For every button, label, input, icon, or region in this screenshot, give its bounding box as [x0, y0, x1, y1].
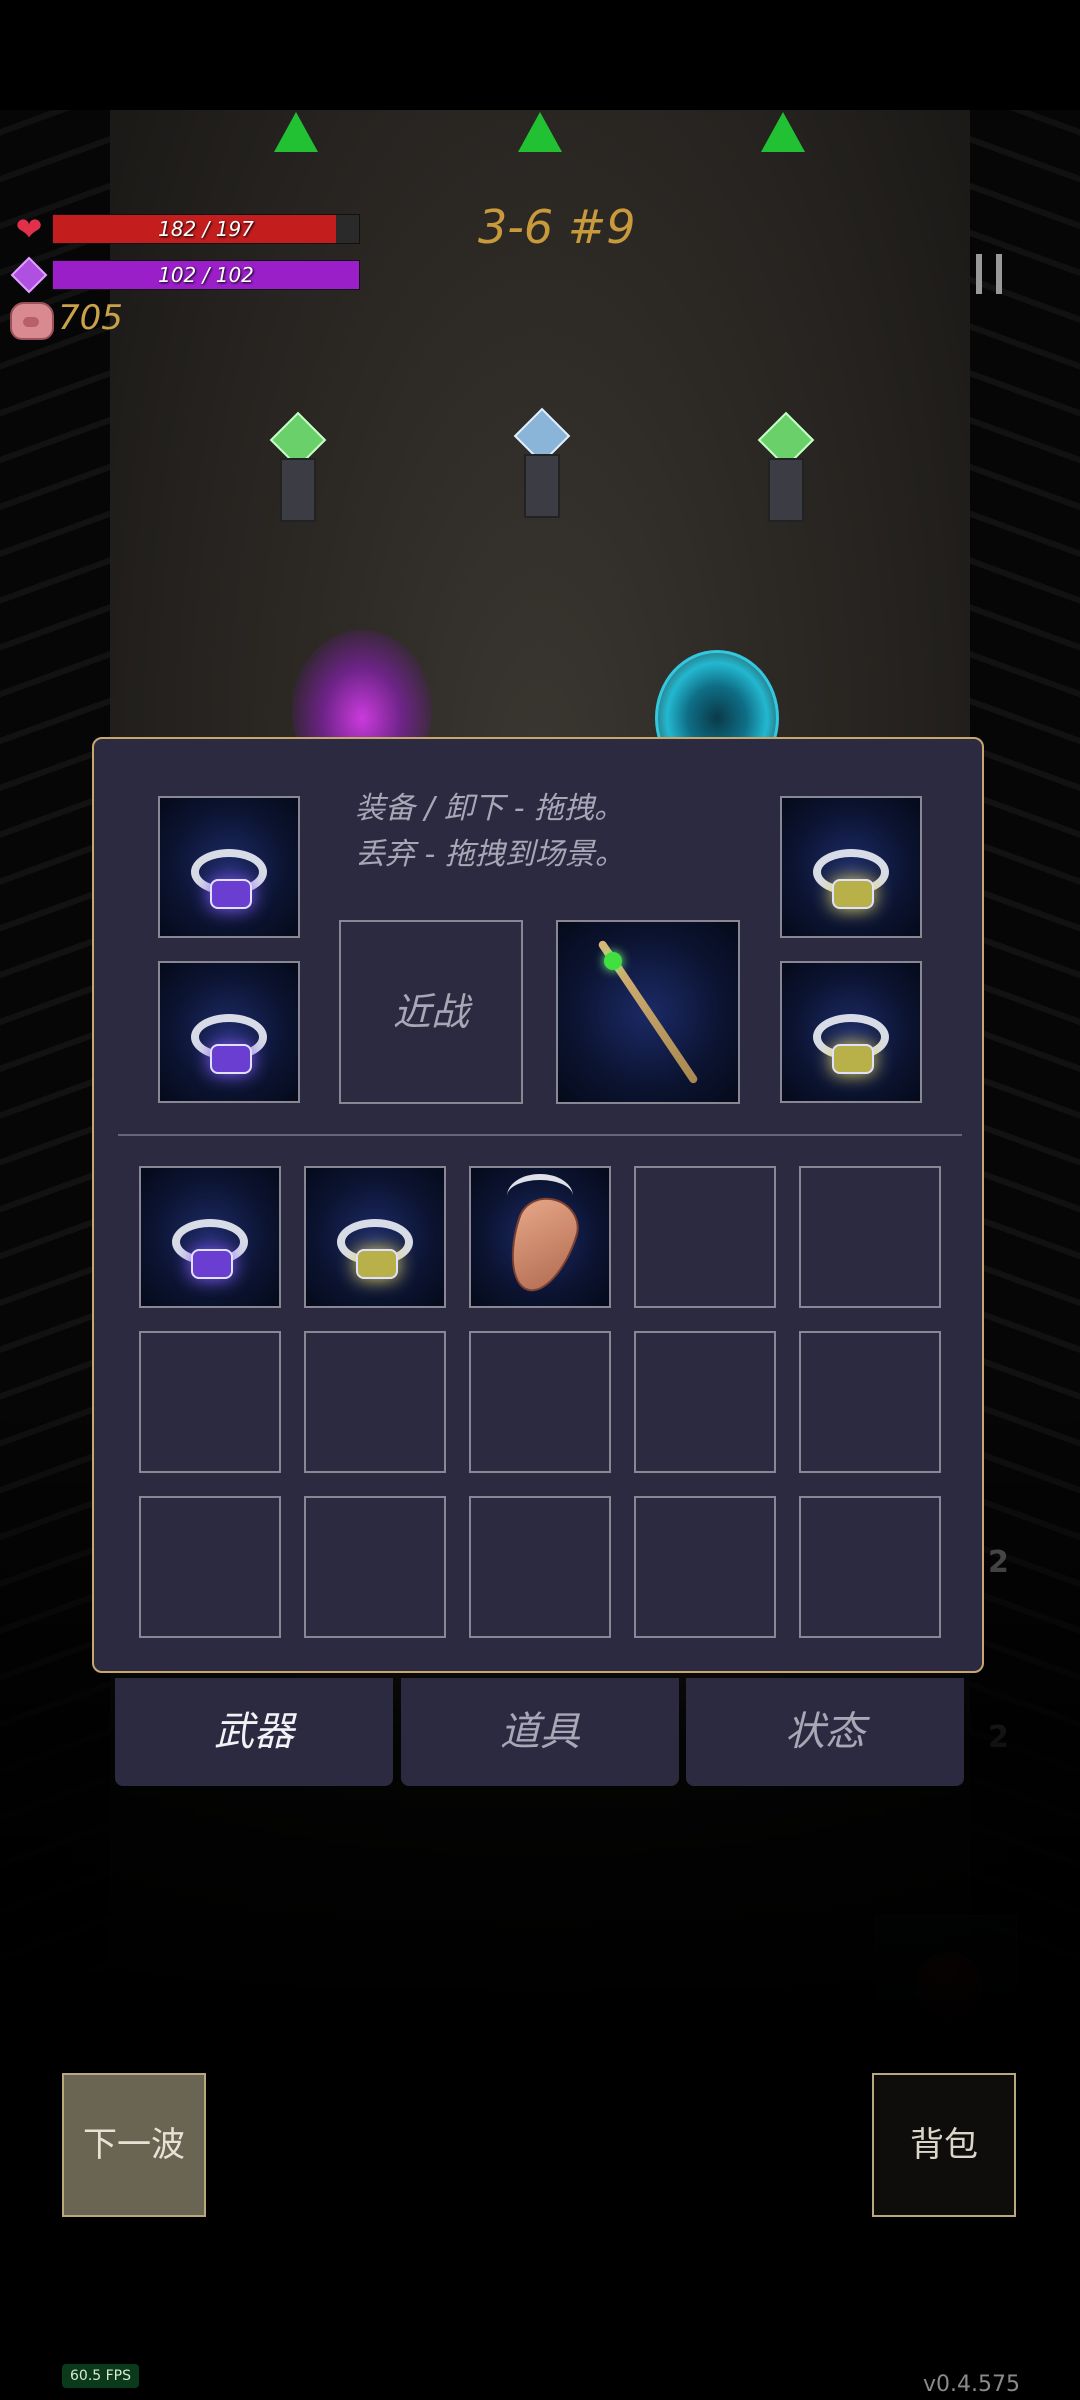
yellow-gem-icon [832, 879, 874, 909]
inventory-slot-5[interactable] [799, 1166, 941, 1308]
equip-slot-ring-right-bottom[interactable] [780, 961, 922, 1103]
wing-icon [507, 1174, 573, 1218]
fps-counter: 60.5 FPS [62, 2364, 140, 2388]
side-count-lower: 2 [988, 1720, 1009, 1755]
tab-weapons[interactable]: 武器 [115, 1678, 393, 1786]
inventory-slot-12[interactable] [304, 1496, 446, 1638]
potion-icon [916, 1952, 982, 2018]
equip-slot-ring-right-top[interactable] [780, 796, 922, 938]
pillar-center [524, 454, 560, 518]
next-wave-button[interactable]: 下一波 [62, 2073, 206, 2217]
piggy-bank-icon [10, 302, 54, 340]
yellow-gem-icon [832, 1044, 874, 1074]
equip-slot-ring-left-bottom[interactable] [158, 961, 300, 1103]
heart-icon: ❤ [15, 210, 43, 248]
inventory-slot-15[interactable] [799, 1496, 941, 1638]
inventory-slot-3[interactable] [469, 1166, 611, 1308]
inventory-slot-2[interactable] [304, 1166, 446, 1308]
equip-slot-ring-left-top[interactable] [158, 796, 300, 938]
side-count-upper: 2 [988, 1545, 1009, 1580]
pillar-left [280, 458, 316, 522]
yellow-gem-icon [356, 1249, 398, 1279]
spawn-marker-right [761, 112, 805, 152]
mp-text: 102 / 102 [158, 263, 254, 287]
hp-bar: 182 / 197 [52, 214, 360, 244]
inventory-divider [118, 1134, 962, 1136]
melee-slot-label: 近战 [392, 990, 469, 1034]
inventory-slot-4[interactable] [634, 1166, 776, 1308]
mp-bar: 102 / 102 [52, 260, 360, 290]
inventory-slot-9[interactable] [634, 1331, 776, 1473]
hp-text: 182 / 197 [158, 217, 254, 241]
equip-slot-weapon[interactable] [556, 920, 740, 1104]
backpack-button[interactable]: 背包 [872, 2073, 1016, 2217]
inventory-slot-6[interactable] [139, 1331, 281, 1473]
hint-line-1: 装备 / 卸下 - 拖拽。 [355, 791, 625, 826]
tab-items[interactable]: 道具 [401, 1678, 679, 1786]
wave-indicator: 3-6 #9 [478, 200, 636, 254]
inventory-slot-13[interactable] [469, 1496, 611, 1638]
inventory-hint: 装备 / 卸下 - 拖拽。 丢弃 - 拖拽到场景。 [355, 786, 715, 878]
tab-status[interactable]: 状态 [686, 1678, 964, 1786]
potion-quick-slot[interactable]: 32 [875, 1915, 1017, 2030]
purple-gem-icon [210, 879, 252, 909]
inventory-slot-11[interactable] [139, 1496, 281, 1638]
pause-button[interactable] [976, 254, 1002, 294]
purple-flower-gem-icon [191, 1249, 233, 1279]
staff-orb-icon [604, 952, 622, 970]
version-label: v0.4.575 [923, 2372, 1020, 2397]
inventory-slot-7[interactable] [304, 1331, 446, 1473]
foliage-right [970, 110, 1080, 2010]
purple-gem-icon [210, 1044, 252, 1074]
inventory-slot-14[interactable] [634, 1496, 776, 1638]
coin-count: 705 [58, 298, 123, 338]
inventory-slot-8[interactable] [469, 1331, 611, 1473]
inventory-slot-10[interactable] [799, 1331, 941, 1473]
inventory-slot-1[interactable] [139, 1166, 281, 1308]
equip-slot-melee[interactable]: 近战 [339, 920, 523, 1104]
spawn-marker-left [274, 112, 318, 152]
spawn-marker-center [518, 112, 562, 152]
potion-count: 32 [969, 2021, 1008, 2030]
pillar-right [768, 458, 804, 522]
hint-line-2: 丢弃 - 拖拽到场景。 [355, 837, 625, 872]
